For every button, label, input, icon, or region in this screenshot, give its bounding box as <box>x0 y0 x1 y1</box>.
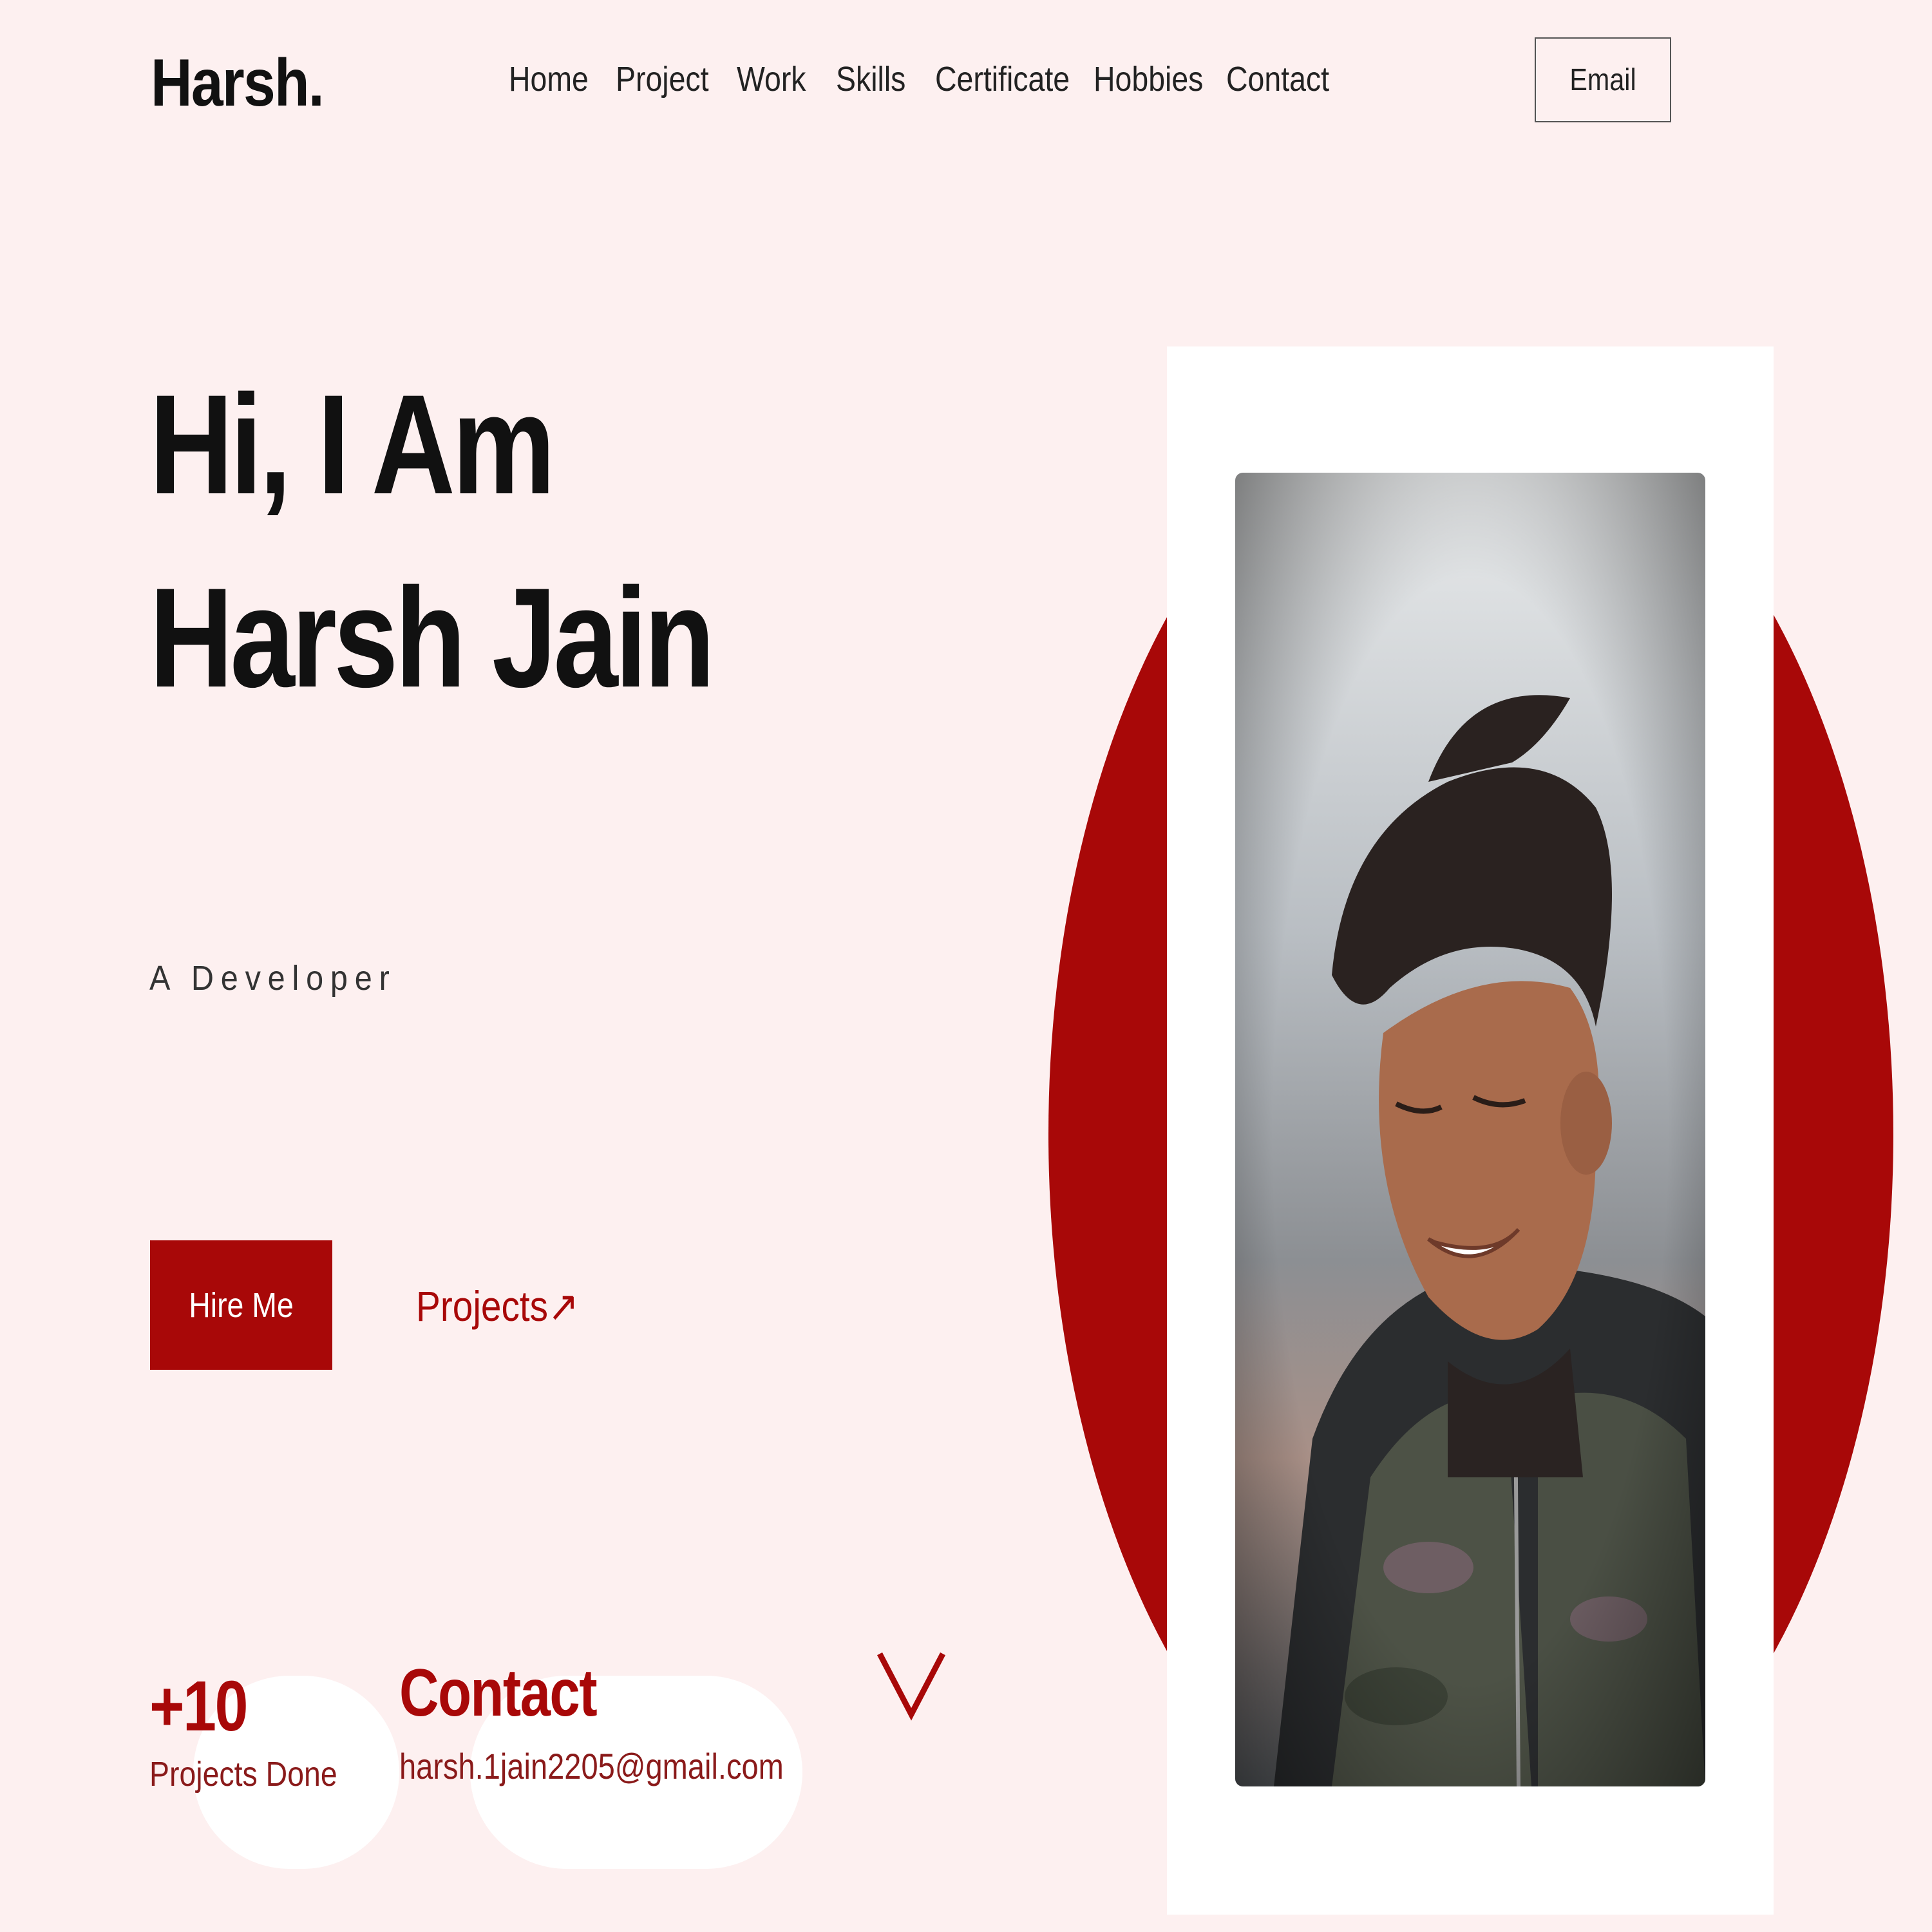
profile-photo <box>1235 473 1705 1786</box>
nav-link-skills[interactable]: Skills <box>836 59 905 99</box>
hire-me-label: Hire Me <box>189 1285 294 1325</box>
nav-link-hobbies[interactable]: Hobbies <box>1094 59 1203 99</box>
hero-heading-line2: Harsh Jain <box>149 558 715 717</box>
nav-link-certificate[interactable]: Certificate <box>935 59 1070 99</box>
projects-count: +10 <box>149 1667 248 1746</box>
contact-heading: Contact <box>399 1656 598 1730</box>
nav-link-project[interactable]: Project <box>616 59 709 99</box>
nav-link-work[interactable]: Work <box>737 59 806 99</box>
projects-link[interactable]: Projects↗ <box>416 1282 579 1331</box>
site-logo[interactable]: Harsh. <box>151 45 325 122</box>
nav-link-home[interactable]: Home <box>509 59 589 104</box>
email-button-label: Email <box>1569 62 1636 97</box>
email-button[interactable]: Email <box>1535 37 1671 122</box>
projects-count-label: Projects Done <box>149 1755 337 1794</box>
hero-heading-line1: Hi, I Am <box>149 365 555 524</box>
hire-me-button[interactable]: Hire Me <box>150 1240 332 1370</box>
nav-link-contact[interactable]: Contact <box>1226 59 1329 99</box>
contact-email-link[interactable]: harsh.1jain2205@gmail.com <box>399 1745 784 1787</box>
hero-subtitle: A Developer <box>149 959 397 998</box>
chevron-down-icon[interactable] <box>876 1650 947 1721</box>
hero-heading: Hi, I Am Harsh Jain <box>149 348 715 734</box>
